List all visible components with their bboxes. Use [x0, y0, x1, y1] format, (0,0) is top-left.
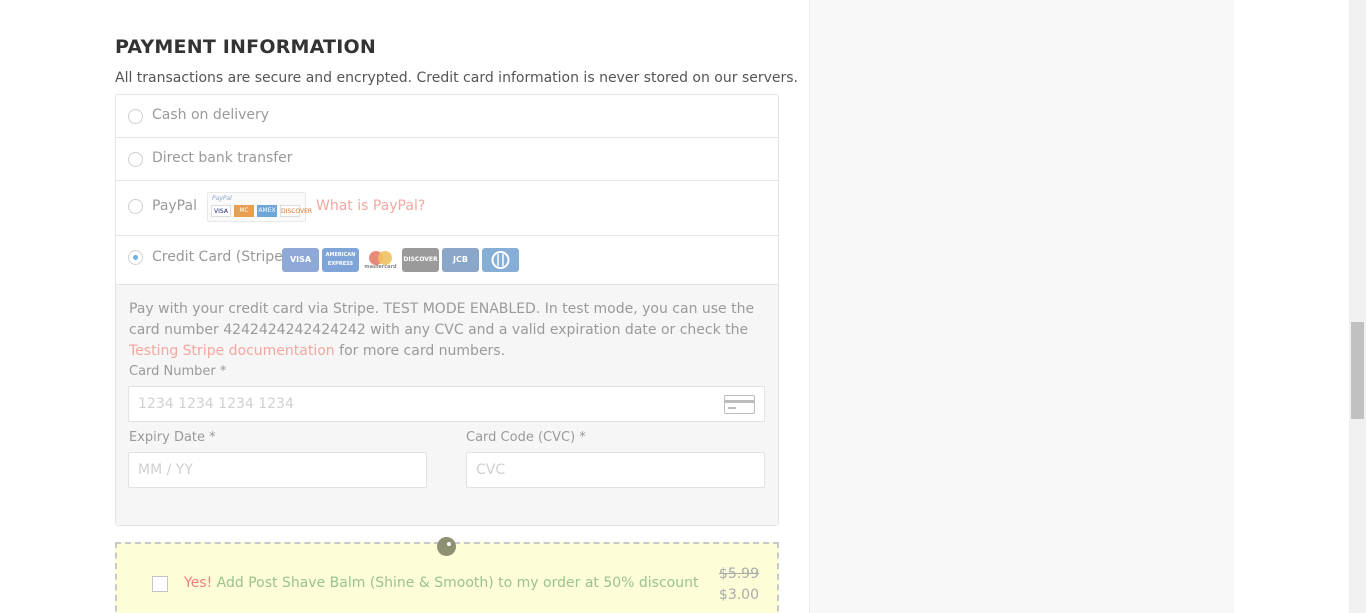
page-scrollbar[interactable] — [1349, 0, 1366, 613]
discover-logo-small: DISCOVER — [280, 205, 312, 217]
drag-handle-icon[interactable] — [437, 537, 456, 556]
order-bump-text[interactable]: Yes! Add Post Shave Balm (Shine & Smooth… — [184, 575, 698, 591]
payment-method-label: Cash on delivery — [152, 107, 270, 123]
page-margin — [1234, 0, 1349, 613]
order-bump-checkbox[interactable] — [152, 576, 168, 592]
stripe-card-form: Pay with your credit card via Stripe. TE… — [116, 285, 778, 525]
card-number-input[interactable]: 1234 1234 1234 1234 — [128, 386, 765, 422]
expiry-date-placeholder: MM / YY — [138, 462, 193, 478]
original-price: $5.99 — [718, 566, 759, 582]
cvc-placeholder: CVC — [476, 462, 506, 478]
jcb-icon: JCB — [442, 248, 479, 272]
order-bump-yes: Yes! — [184, 575, 213, 591]
order-summary-sidebar — [809, 0, 1234, 613]
payment-security-note: All transactions are secure and encrypte… — [115, 70, 798, 86]
payment-methods-list: Cash on delivery Direct bank transfer Pa… — [115, 94, 779, 526]
payment-method-label: Credit Card (Stripe) — [152, 249, 289, 265]
discover-icon: DISCOVER — [402, 248, 439, 272]
radio-bank-transfer[interactable] — [128, 152, 143, 167]
amex-icon: AMERICAN EXPRESS — [322, 248, 359, 272]
payment-method-paypal[interactable]: PayPal PayPal VISA MC AMEX DISCOVER What… — [116, 181, 778, 236]
scrollbar-thumb[interactable] — [1351, 322, 1364, 419]
radio-stripe[interactable] — [128, 250, 143, 265]
payment-section-title: PAYMENT INFORMATION — [115, 36, 376, 58]
what-is-paypal-link[interactable]: What is PayPal? — [316, 198, 425, 214]
payment-method-label: Direct bank transfer — [152, 150, 293, 166]
credit-card-icon — [724, 395, 755, 414]
discounted-price: $3.00 — [718, 587, 759, 603]
stripe-desc-text: Pay with your credit card via Stripe. TE… — [129, 301, 755, 338]
payment-method-bank-transfer[interactable]: Direct bank transfer — [116, 138, 778, 181]
radio-paypal[interactable] — [128, 199, 143, 214]
expiry-date-input[interactable]: MM / YY — [128, 452, 427, 488]
diners-club-mark — [491, 251, 510, 269]
cvc-label: Card Code (CVC) * — [466, 430, 586, 445]
stripe-desc-text-end: for more card numbers. — [334, 343, 506, 359]
mastercard-logo-small: MC — [234, 205, 254, 217]
expiry-date-label: Expiry Date * — [129, 430, 216, 445]
radio-cod[interactable] — [128, 109, 143, 124]
amex-logo-small: AMEX — [257, 205, 277, 217]
mastercard-icon: mastercard — [362, 248, 399, 272]
diners-club-icon — [482, 248, 519, 272]
card-number-placeholder: 1234 1234 1234 1234 — [138, 396, 294, 412]
payment-method-cod[interactable]: Cash on delivery — [116, 95, 778, 138]
paypal-cards-logo: PayPal VISA MC AMEX DISCOVER — [207, 192, 312, 222]
cvc-input[interactable]: CVC — [466, 452, 765, 488]
mastercard-text: mastercard — [364, 264, 397, 270]
stripe-description: Pay with your credit card via Stripe. TE… — [129, 299, 765, 362]
visa-logo-small: VISA — [211, 205, 231, 217]
order-bump-description: Add Post Shave Balm (Shine & Smooth) to … — [212, 575, 699, 591]
paypal-badge-text: PayPal — [212, 195, 232, 202]
payment-method-stripe[interactable]: Credit Card (Stripe) VISA AMERICAN EXPRE… — [116, 236, 778, 285]
card-number-label: Card Number * — [129, 364, 227, 379]
testing-stripe-docs-link[interactable]: Testing Stripe documentation — [129, 343, 335, 359]
visa-icon: VISA — [282, 248, 319, 272]
payment-method-label: PayPal — [152, 198, 197, 214]
